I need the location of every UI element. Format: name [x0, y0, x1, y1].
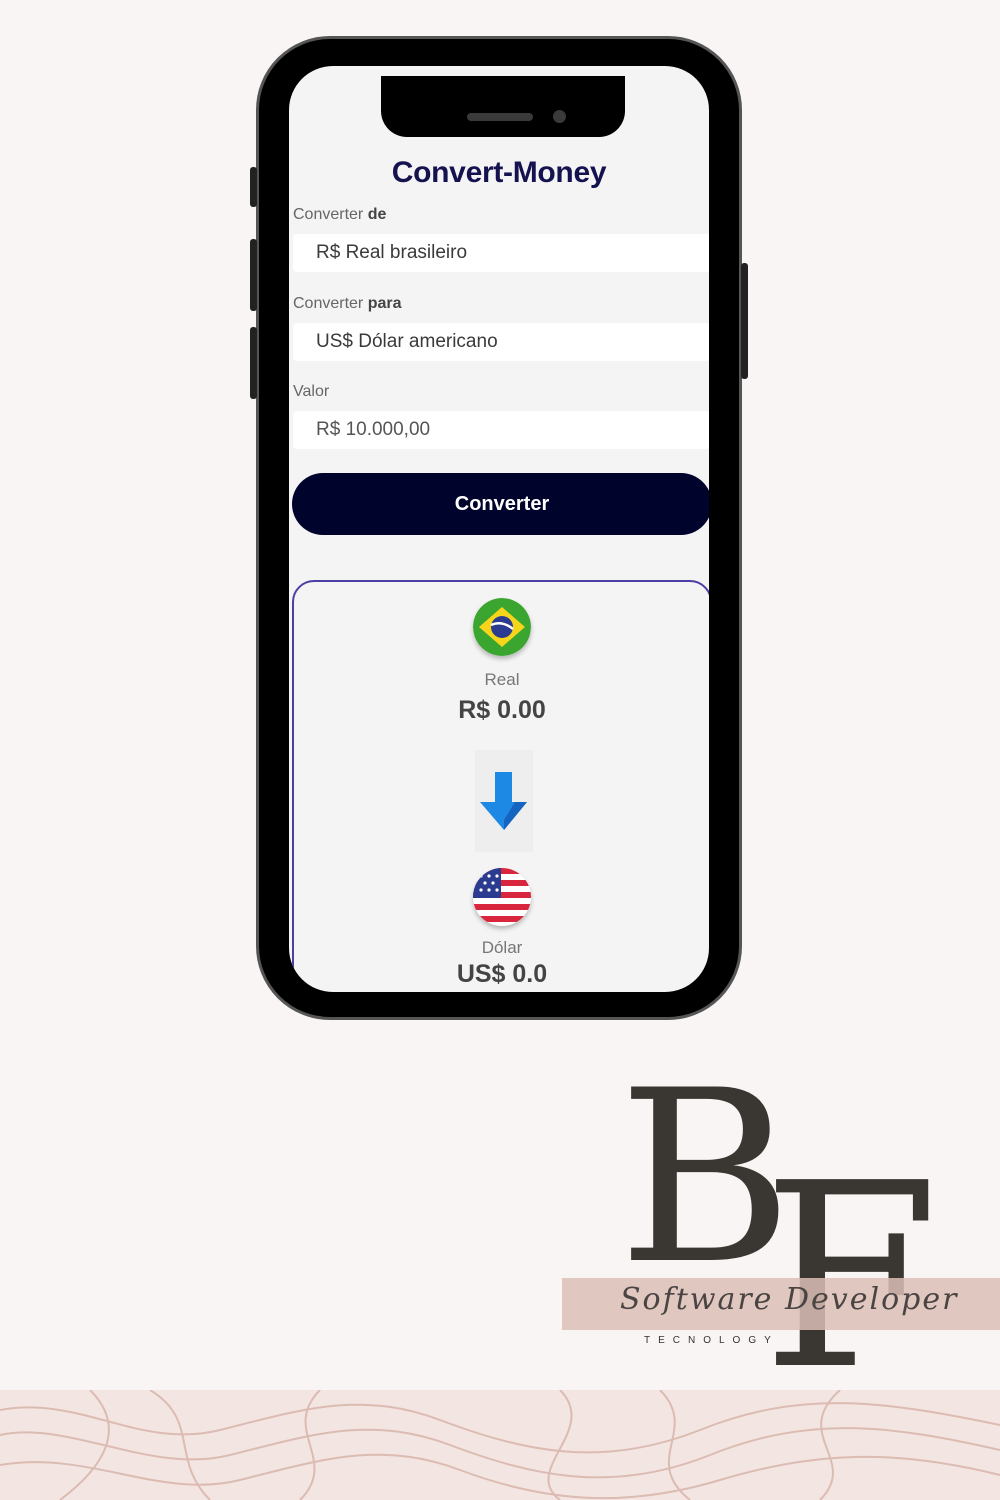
from-label-prefix: Converter [293, 206, 364, 223]
from-currency-select[interactable]: R$ Real brasileiro [293, 234, 709, 272]
source-currency-name: Real [484, 670, 520, 689]
volume-down-button [250, 327, 257, 399]
target-currency-name: Dólar [481, 938, 523, 957]
to-label: Converter para [293, 295, 402, 313]
notch [381, 76, 625, 137]
silent-switch [250, 167, 257, 207]
phone-frame: Convert-Money Converter de R$ Real brasi… [250, 36, 748, 1020]
amount-label: Valor [293, 383, 330, 400]
logo-tagline: TECNOLOGY [644, 1335, 779, 1346]
source-currency-value: R$ 0.00 [458, 696, 546, 724]
volume-up-button [250, 239, 257, 311]
to-label-bold: para [367, 295, 402, 312]
brazil-flag-icon [473, 598, 531, 656]
from-label: Converter de [293, 206, 386, 224]
usa-flag-icon [473, 868, 531, 926]
topographic-pattern [0, 1390, 1000, 1500]
convert-button[interactable]: Converter [292, 473, 709, 535]
to-label-prefix: Converter [293, 295, 364, 312]
app-screen: Convert-Money Converter de R$ Real brasi… [289, 66, 709, 992]
power-button [741, 263, 748, 379]
speaker [467, 113, 533, 121]
from-label-bold: de [367, 206, 387, 223]
arrow-down-icon [475, 750, 533, 852]
to-currency-select[interactable]: US$ Dólar americano [293, 323, 709, 361]
app-title: Convert-Money [391, 156, 607, 189]
result-card: Real R$ 0.00 Dólar US$ 0.0 [292, 580, 709, 992]
logo-script-text: Software Developer [620, 1282, 959, 1317]
logo-letter-b: B [618, 1040, 793, 1317]
amount-input[interactable]: R$ 10.000,00 [293, 411, 709, 449]
target-currency-value: US$ 0.0 [456, 960, 548, 988]
camera [553, 110, 566, 123]
